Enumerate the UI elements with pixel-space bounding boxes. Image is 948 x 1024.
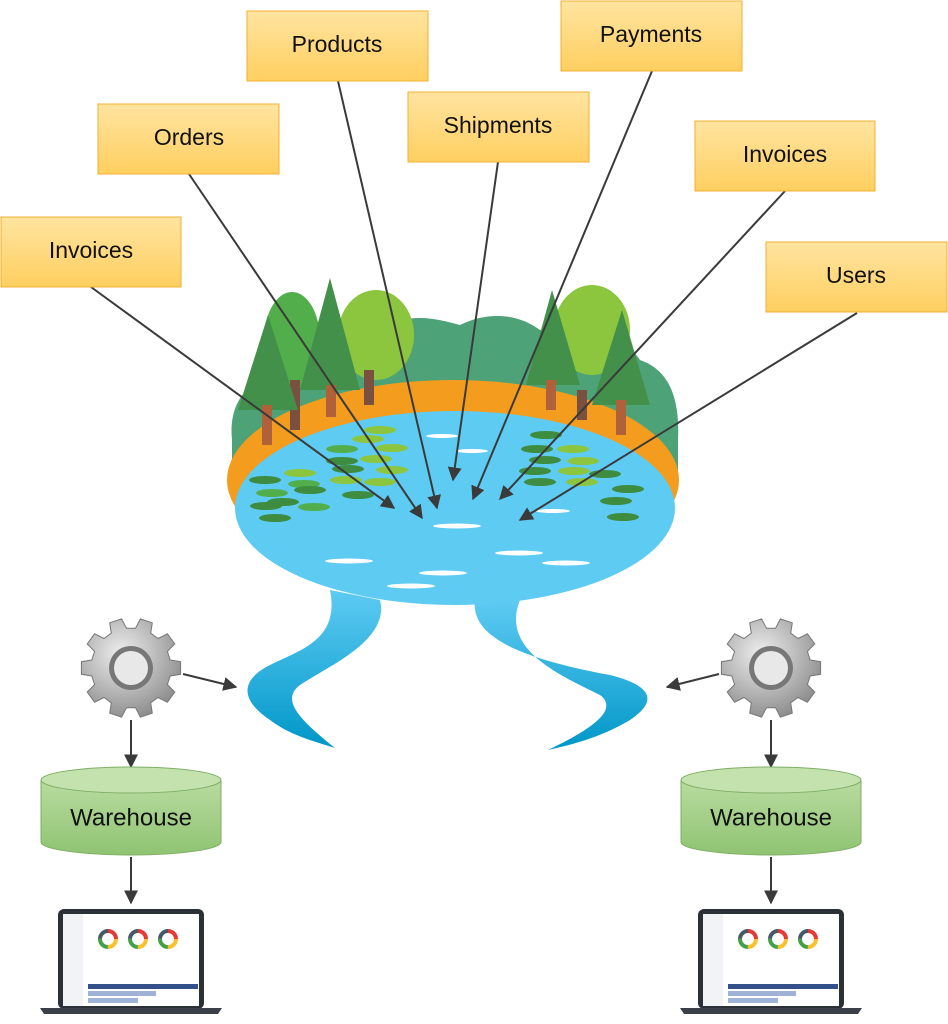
pipeline-left: Warehouse xyxy=(40,618,238,1014)
river-left xyxy=(247,590,382,748)
source-label: Products xyxy=(292,31,383,57)
river-right xyxy=(474,600,648,750)
source-label: Payments xyxy=(600,21,702,47)
arrow-gear-to-river xyxy=(182,673,238,691)
source-box-shipments: Shipments xyxy=(407,91,590,163)
source-box-orders: Orders xyxy=(97,103,280,175)
warehouse-cylinder: Warehouse xyxy=(680,766,862,856)
laptop-dashboard-icon xyxy=(680,909,862,1014)
source-box-invoices-2: Invoices xyxy=(694,120,876,192)
source-box-payments: Payments xyxy=(560,0,743,72)
warehouse-label: Warehouse xyxy=(710,804,832,831)
source-label: Shipments xyxy=(444,112,553,138)
gear-icon xyxy=(80,618,182,718)
warehouse-label: Warehouse xyxy=(70,804,192,831)
source-label: Users xyxy=(826,262,886,288)
data-lake-icon xyxy=(227,278,679,750)
laptop-dashboard-icon xyxy=(40,909,222,1014)
data-lake-diagram: Invoices Orders Products Shipments Payme… xyxy=(0,0,948,1014)
pipeline-right: Warehouse xyxy=(665,618,862,1014)
source-box-products: Products xyxy=(246,10,429,82)
source-box-invoices: Invoices xyxy=(0,216,182,288)
warehouse-cylinder: Warehouse xyxy=(40,766,222,856)
gear-icon xyxy=(720,618,822,718)
source-box-users: Users xyxy=(765,241,948,313)
source-label: Invoices xyxy=(49,237,133,263)
source-label: Orders xyxy=(154,124,224,150)
arrow-gear-to-river xyxy=(665,673,720,691)
source-label: Invoices xyxy=(743,141,827,167)
